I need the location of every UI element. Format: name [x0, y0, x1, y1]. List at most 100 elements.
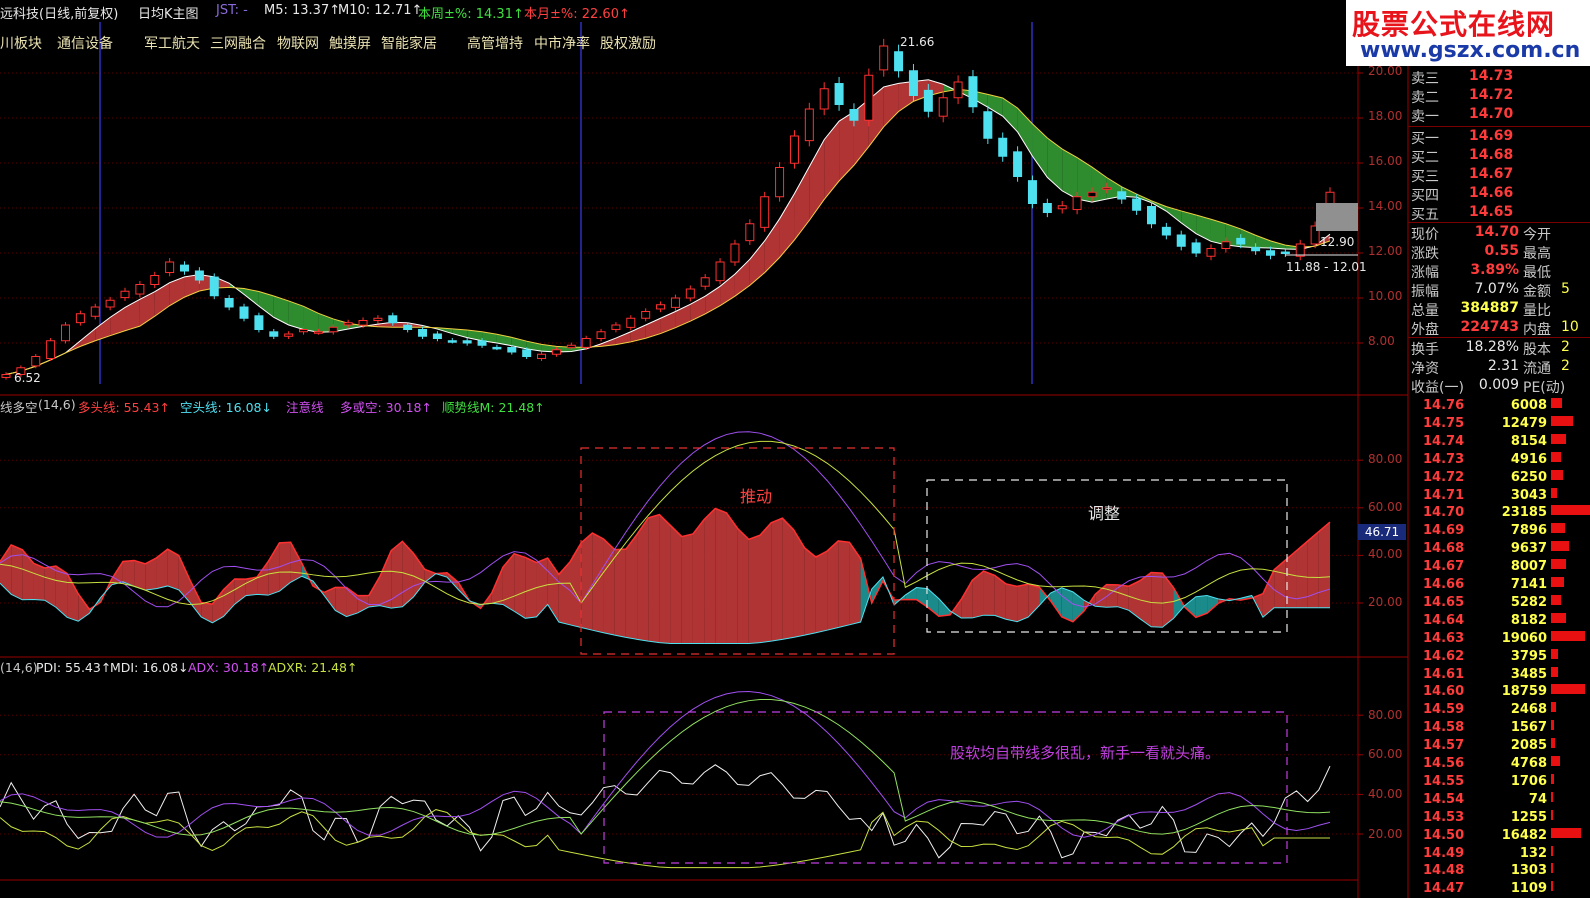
block-tag[interactable]: 军工航天 — [144, 33, 200, 53]
order-volume-bar — [1551, 881, 1553, 892]
jst-label: JST: - — [216, 3, 248, 18]
long-short-area — [1017, 584, 1029, 622]
candle-body — [804, 108, 814, 142]
block-tag[interactable]: 川板块 — [0, 33, 42, 53]
long-short-area — [670, 525, 682, 644]
order-volume: 18759 — [1501, 684, 1547, 700]
candle-body — [1146, 205, 1156, 225]
block-tag[interactable]: 高管增持 — [467, 33, 523, 53]
ind2-params: (14,6) — [0, 660, 38, 675]
long-short-area — [1005, 583, 1018, 622]
order-price: 14.62 — [1423, 648, 1465, 664]
order-volume-bar — [1551, 487, 1557, 498]
candle-body — [879, 45, 889, 71]
order-volume-bar — [1551, 505, 1590, 516]
candle-body — [1280, 251, 1290, 255]
block-tag[interactable]: 物联网 — [277, 33, 319, 53]
order-volume-bar — [1551, 666, 1558, 677]
range-label: 11.88 - 12.01 — [1286, 260, 1367, 274]
candle-body — [908, 70, 918, 96]
long-short-area — [692, 519, 705, 644]
candle-body — [507, 347, 517, 353]
candle-body — [700, 277, 710, 287]
order-volume-bar — [1551, 594, 1561, 605]
long-short-area — [726, 512, 738, 644]
long-short-area — [1151, 572, 1163, 628]
long-short-area — [704, 508, 716, 644]
y-axis-label: 40.00 — [1368, 787, 1403, 801]
y-axis-label: 16.00 — [1368, 154, 1403, 168]
candle-body — [1072, 196, 1082, 211]
ind1-trend-line: 顺势线M: 21.48↑ — [442, 400, 545, 415]
block-tag[interactable]: 通信设备 — [57, 33, 113, 53]
order-price: 14.68 — [1423, 541, 1465, 557]
candle-body — [1191, 242, 1201, 254]
long-short-area — [514, 553, 526, 619]
order-volume: 23185 — [1501, 505, 1547, 521]
chart-canvas[interactable] — [0, 0, 1590, 898]
candle-body — [120, 290, 130, 299]
block-tag[interactable]: 智能家居 — [381, 33, 437, 53]
order-price: 14.66 — [1423, 577, 1465, 592]
order-volume-bar — [1551, 720, 1555, 731]
order-price: 14.65 — [1423, 594, 1465, 610]
order-price: 14.64 — [1423, 612, 1465, 628]
long-short-area — [760, 522, 772, 643]
candle-body — [611, 324, 621, 330]
candle-body — [1161, 226, 1171, 236]
order-volume: 6250 — [1510, 469, 1547, 485]
block-tag[interactable]: 三网融合 — [210, 33, 266, 53]
long-short-area — [156, 549, 168, 589]
long-short-area — [134, 560, 146, 591]
block-tag[interactable]: 触摸屏 — [329, 33, 371, 53]
long-short-area — [715, 508, 727, 644]
long-short-area — [838, 540, 850, 628]
ma-ribbon — [794, 166, 810, 240]
candle-body — [388, 315, 398, 324]
divider — [1408, 126, 1590, 127]
ind1-current-value: 46.71 — [1358, 524, 1406, 540]
block-tag[interactable]: 中市净率 — [534, 33, 590, 53]
order-volume: 1706 — [1510, 773, 1547, 789]
candle-body — [626, 317, 636, 328]
stock-title: 远科技(日线,前复权) — [0, 7, 119, 22]
order-volume: 1303 — [1510, 863, 1547, 879]
note-text: 股软均自带线多很乱，新手一看就头痛。 — [950, 744, 1221, 762]
long-short-area — [827, 540, 839, 631]
ma-ribbon — [839, 111, 854, 181]
main-indicator-name[interactable]: 日均K主图 — [138, 3, 199, 22]
ind1-bear-line: 空头线: 16.08↓ — [180, 400, 272, 415]
candle-body — [1251, 246, 1261, 252]
month-pct-label: 本月±%: 22.60↑ — [524, 7, 630, 22]
order-price: 14.63 — [1423, 630, 1465, 646]
candle-body — [1, 374, 11, 378]
candle-body — [418, 329, 428, 337]
candle-body — [715, 261, 725, 282]
order-price: 14.59 — [1423, 702, 1465, 718]
order-volume: 74 — [1528, 791, 1547, 807]
ma-ribbon — [883, 83, 899, 127]
candle-body — [358, 320, 368, 326]
long-short-area — [33, 563, 45, 601]
order-volume: 3795 — [1510, 648, 1547, 664]
candle-body — [923, 89, 933, 112]
ind2-pdi: PDI: 55.43↑ — [36, 660, 112, 675]
order-volume: 4768 — [1510, 756, 1547, 771]
y-axis-label: 12.00 — [1368, 244, 1403, 258]
order-volume-bar — [1551, 827, 1581, 838]
order-volume-bar — [1551, 559, 1566, 570]
candle-body — [299, 329, 309, 333]
order-volume: 1255 — [1510, 809, 1547, 825]
m5-label: M5: 13.37↑ — [264, 3, 341, 18]
long-short-area — [1140, 572, 1152, 627]
order-volume: 3043 — [1510, 487, 1547, 503]
ma-ribbon — [125, 299, 140, 331]
order-price: 14.73 — [1423, 451, 1465, 467]
candle-body — [75, 313, 85, 324]
order-volume-bar — [1551, 433, 1567, 444]
block-tag[interactable]: 股权激励 — [600, 33, 656, 53]
candle-body — [551, 349, 561, 355]
ind1-name[interactable]: 线多空 — [0, 397, 38, 416]
candle-body — [1236, 237, 1246, 245]
order-volume-bar — [1551, 398, 1563, 408]
